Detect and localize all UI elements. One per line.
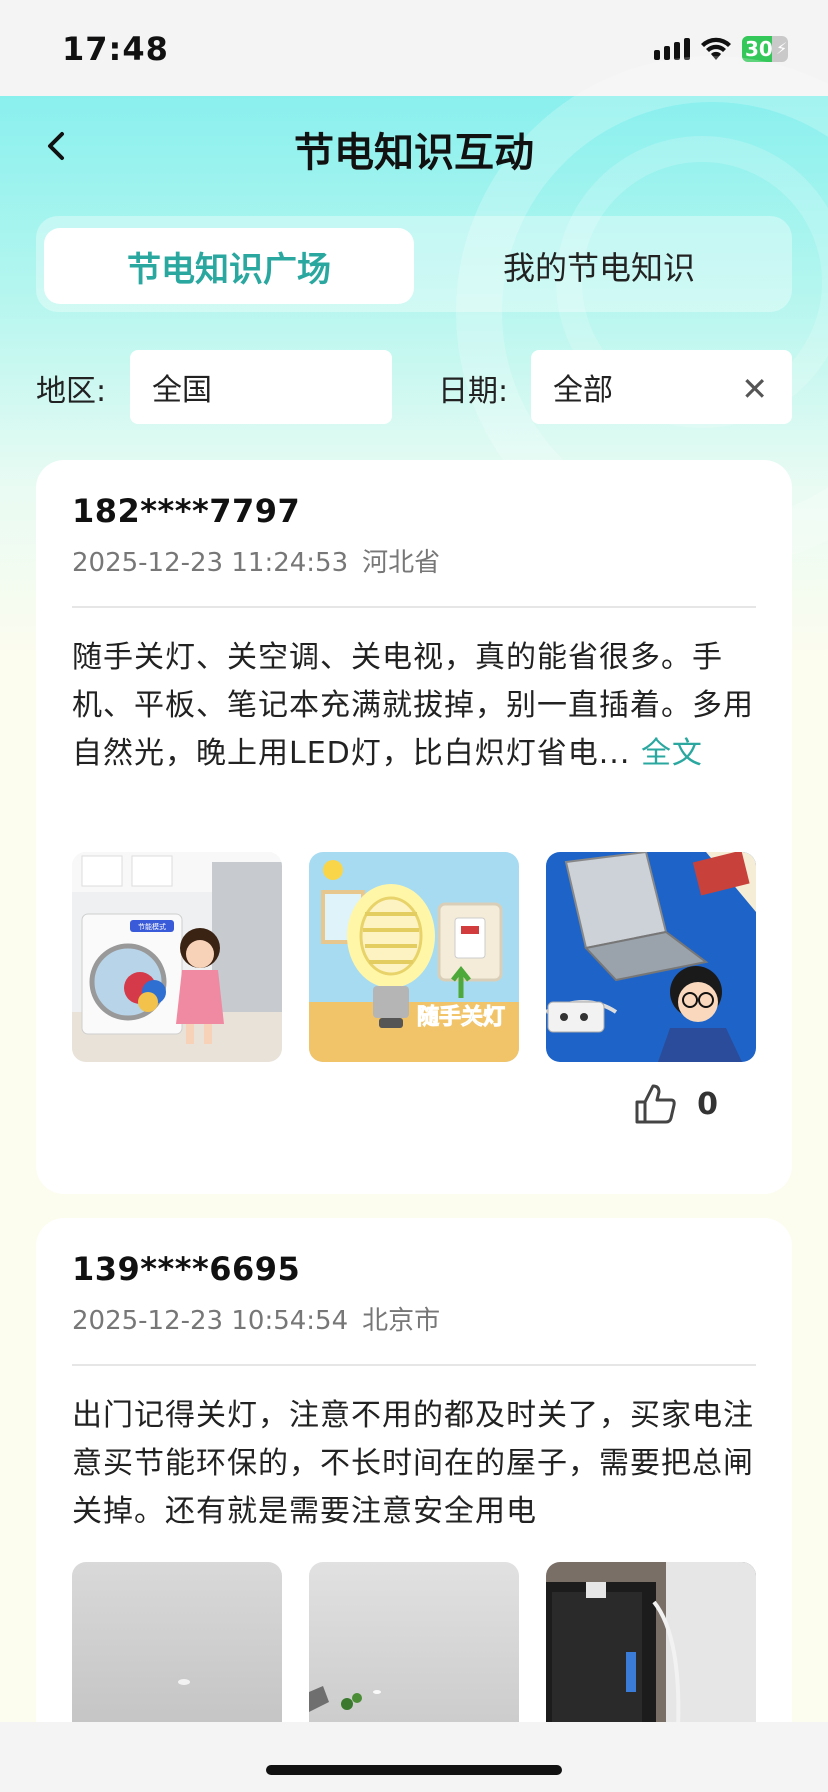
post-card[interactable]: 182****7797 2025-12-23 11:24:53 河北省 随手关灯、… (36, 460, 792, 1194)
charging-bolt-icon: ⚡ (776, 39, 788, 58)
divider (72, 606, 756, 608)
bulb-caption: 随手关灯 (417, 1004, 505, 1030)
tab-switcher: 节电知识广场 我的节电知识 (36, 216, 792, 312)
home-indicator[interactable] (266, 1765, 562, 1775)
region-select[interactable]: 全国 (130, 350, 392, 424)
battery-level: 30 (745, 37, 773, 61)
post-content: 出门记得关灯，注意不用的都及时关了，买家电注意买节能环保的，不长时间在的屋子，需… (72, 1392, 756, 1536)
date-value: 全部 (553, 373, 613, 408)
read-more-link[interactable]: 全文 (641, 736, 703, 771)
washing-machine-girl-image: 节能模式 (72, 852, 282, 1062)
post-location: 北京市 (362, 1306, 441, 1336)
light-bulb-switch-image: 随手关灯 (309, 852, 519, 1062)
page-title: 节电知识互动 (294, 130, 534, 176)
post-meta: 2025-12-23 11:24:53 河北省 (72, 542, 440, 579)
laptop-unplug-image (546, 852, 756, 1062)
like-button[interactable]: 0 (631, 1080, 718, 1128)
status-time: 17:48 (62, 30, 169, 68)
post-images: 节能模式 随手关灯 (72, 852, 756, 1062)
date-select[interactable]: 全部 ✕ (531, 350, 792, 424)
post-text: 出门记得关灯，注意不用的都及时关了，买家电注意买节能环保的，不长时间在的屋子，需… (72, 1398, 754, 1529)
clear-date-icon[interactable]: ✕ (741, 370, 768, 408)
date-label: 日期: (438, 374, 509, 409)
divider (72, 1364, 756, 1366)
post-location: 河北省 (362, 548, 441, 578)
tab-knowledge-square[interactable]: 节电知识广场 (44, 228, 414, 304)
tab-my-knowledge[interactable]: 我的节电知识 (414, 228, 784, 304)
post-datetime: 2025-12-23 11:24:53 (72, 548, 349, 578)
region-value: 全国 (152, 373, 212, 408)
post-content: 随手关灯、关空调、关电视，真的能省很多。手机、平板、笔记本充满就拔掉，别一直插着… (72, 634, 756, 778)
home-indicator-area (0, 1722, 828, 1792)
thumbs-up-icon (635, 1084, 676, 1124)
post-meta: 2025-12-23 10:54:54 北京市 (72, 1300, 440, 1337)
post-image[interactable]: 随手关灯 (309, 852, 519, 1062)
region-label: 地区: (36, 374, 107, 409)
post-username: 139****6695 (72, 1250, 301, 1288)
post-image[interactable]: 节能模式 (72, 852, 282, 1062)
post-username: 182****7797 (72, 492, 301, 530)
post-datetime: 2025-12-23 10:54:54 (72, 1306, 349, 1336)
washer-badge: 节能模式 (138, 922, 166, 931)
post-card[interactable]: 139****6695 2025-12-23 10:54:54 北京市 出门记得关… (36, 1218, 792, 1778)
like-count: 0 (697, 1086, 718, 1122)
post-image[interactable] (546, 852, 756, 1062)
